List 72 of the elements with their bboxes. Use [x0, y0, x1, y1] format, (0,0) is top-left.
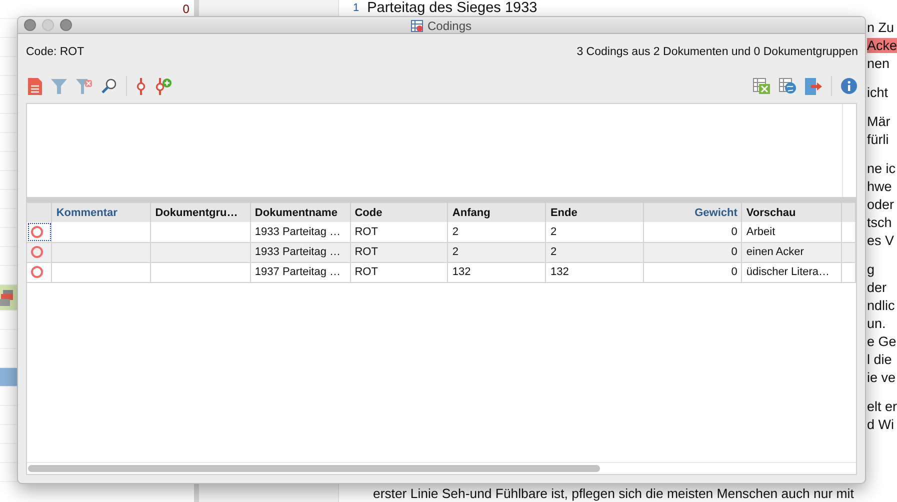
filter-remove-icon[interactable] — [76, 78, 92, 94]
table-cell: ROT — [350, 242, 448, 262]
text-line: d Wi — [866, 417, 894, 432]
text-line: ie ve — [866, 370, 896, 385]
count-text: 0 — [182, 1, 190, 18]
export-icon[interactable] — [805, 78, 822, 95]
circle-icon — [31, 246, 43, 258]
cards-icon — [0, 290, 13, 306]
spreadsheet-export-icon[interactable] — [753, 78, 770, 94]
table-cell: 2 — [546, 242, 644, 262]
summary-text: 3 Codings aus 2 Dokumenten und 0 Dokumentgruppen — [576, 45, 858, 60]
table-cell: 132 — [448, 262, 546, 282]
highlighted-text: Acke — [866, 38, 897, 53]
circle-icon — [31, 226, 43, 238]
table-cell: 132 — [546, 262, 644, 282]
text-line: n Zu — [866, 20, 894, 35]
text-line: elt er — [866, 399, 897, 414]
add-coding-icon[interactable] — [155, 78, 172, 95]
document-icon[interactable] — [28, 78, 42, 95]
text-line: es V — [866, 233, 894, 248]
text-line: ndlic — [866, 298, 895, 313]
column-header[interactable]: Dokumentname — [250, 203, 350, 222]
text-line: icht — [866, 85, 888, 100]
table-cell: 0 — [644, 262, 742, 282]
text-line: erster Linie Seh-und Fühlbare ist, pflegen sich die meisten Menschen auch nur mit — [372, 486, 855, 502]
table-cell: 2 — [448, 222, 546, 242]
filter-icon[interactable] — [51, 78, 67, 94]
table-cell: üdischer Litera… — [742, 262, 842, 282]
text-line: un. — [866, 316, 886, 331]
text-line: e Ge — [866, 334, 896, 349]
table-cell: 0 — [644, 222, 742, 242]
column-header[interactable]: Dokumentgru… — [150, 203, 250, 222]
code-label: Code: ROT — [26, 45, 84, 60]
table-icon — [411, 20, 424, 32]
selected-list-row[interactable] — [0, 368, 17, 387]
web-export-icon[interactable] — [779, 78, 796, 94]
list-row[interactable] — [0, 285, 17, 311]
text-line: Mär — [866, 114, 890, 129]
text-line: oder — [866, 197, 894, 212]
column-header[interactable]: Gewicht — [644, 203, 742, 222]
table-cell: 2 — [546, 222, 644, 242]
text-line: hwe — [866, 179, 892, 194]
column-header[interactable]: Kommentar — [52, 203, 151, 222]
column-header[interactable]: Vorschau — [742, 203, 842, 222]
table-cell: 0 — [644, 242, 742, 262]
table-cell: 1933 Parteitag … — [250, 222, 350, 242]
table-cell: einen Acker — [742, 242, 842, 262]
text-line: l die — [866, 352, 892, 367]
coding-stripe-icon[interactable] — [136, 78, 146, 95]
column-header[interactable]: Anfang — [448, 203, 546, 222]
column-header[interactable]: Code — [350, 203, 448, 222]
info-icon[interactable] — [841, 78, 857, 94]
document-title: Parteitag des Sieges 1933 — [367, 0, 538, 16]
text-line: nen — [866, 56, 890, 71]
circle-icon — [31, 266, 43, 278]
text-line: ne ic — [866, 161, 896, 176]
text-line: fürli — [866, 132, 889, 147]
table-cell: ROT — [350, 222, 448, 242]
window-title: Codings — [427, 18, 472, 34]
table-cell: 2 — [448, 242, 546, 262]
zoom-button[interactable] — [60, 19, 72, 31]
scrollbar-thumb[interactable] — [28, 465, 600, 472]
close-button[interactable] — [24, 19, 36, 31]
table-cell: 1937 Parteitag … — [250, 262, 350, 282]
line-number: 1 — [352, 1, 360, 16]
table-cell: Arbeit — [742, 222, 842, 242]
table-cell: 1933 Parteitag … — [250, 242, 350, 262]
table-cell: ROT — [350, 262, 448, 282]
search-icon[interactable] — [101, 78, 117, 94]
splitter-handle[interactable] — [26, 197, 857, 202]
column-header[interactable]: Ende — [546, 203, 644, 222]
text-line: tsch — [866, 215, 892, 230]
